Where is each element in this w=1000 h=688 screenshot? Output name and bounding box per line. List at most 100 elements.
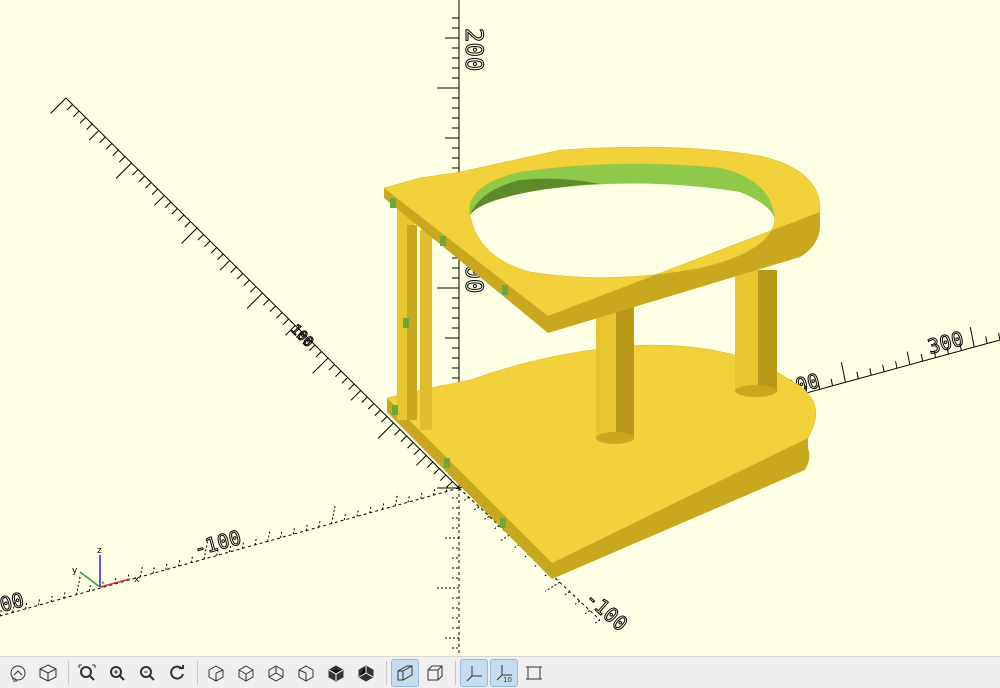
axis-tick <box>328 364 335 371</box>
3d-viewport[interactable]: 200 100 300 200 -100 -100 100 00 <box>0 0 1000 656</box>
axis-tick <box>348 383 355 390</box>
toolbar-separator <box>455 660 456 685</box>
axis-tick <box>407 496 410 503</box>
zoom-in-button[interactable] <box>103 659 131 687</box>
axes <box>0 0 1000 656</box>
y-label-100: 100 <box>287 322 316 351</box>
view-front-icon <box>328 664 344 682</box>
show-scale-markers-button[interactable]: 10 <box>490 658 518 687</box>
render-icon <box>39 663 57 682</box>
axis-tick <box>985 336 988 344</box>
view-left-button[interactable] <box>292 659 320 687</box>
cup-holder-model[interactable] <box>383 146 821 579</box>
axis-tick <box>394 493 399 506</box>
axis-tick <box>269 305 276 312</box>
view-all-button[interactable] <box>73 659 101 687</box>
scene-canvas[interactable]: 200 100 300 200 -100 -100 100 00 <box>0 0 1000 656</box>
view-top-button[interactable] <box>232 659 260 687</box>
view-bottom-icon <box>268 664 284 682</box>
axis-tick <box>139 564 144 577</box>
axis-tick <box>380 416 388 423</box>
axis-tick <box>243 279 250 286</box>
pillar-back-bottom <box>735 385 777 397</box>
axis-tick <box>267 529 271 542</box>
axis-tick <box>856 371 859 379</box>
perspective-button[interactable] <box>391 658 419 687</box>
axis-tick <box>407 442 414 449</box>
preview-button[interactable] <box>4 659 32 687</box>
view-back-button[interactable] <box>352 659 380 687</box>
axis-tick <box>969 326 975 348</box>
axis-tick <box>895 361 898 369</box>
axis-tick <box>165 563 168 570</box>
axis-tick <box>217 253 224 260</box>
axis-tick <box>413 448 421 455</box>
axis-tick <box>830 378 834 386</box>
axis-tick <box>210 247 218 254</box>
gizmo-x-label: x <box>134 575 140 585</box>
show-axes-button[interactable] <box>460 658 488 687</box>
pillar-back-shade <box>758 270 777 392</box>
axis-tick <box>88 130 100 141</box>
axis-tick <box>99 136 106 143</box>
view-top-icon <box>238 664 254 682</box>
axis-tick <box>335 370 342 377</box>
axis-tick <box>37 599 40 606</box>
reset-view-icon <box>170 664 184 680</box>
axis-tick <box>356 510 359 517</box>
axis-tick <box>63 592 66 599</box>
axis-tick <box>341 377 349 384</box>
show-scale-markers-icon: 10 <box>496 664 512 683</box>
show-edges-button[interactable] <box>520 659 548 687</box>
reset-view-button[interactable] <box>163 659 191 687</box>
pillar-front-shade <box>616 300 634 440</box>
axis-tick <box>138 175 145 182</box>
zoom-out-icon <box>140 665 155 681</box>
axis-tick <box>292 528 295 535</box>
axis-tick <box>118 156 126 163</box>
axis-tick <box>219 260 231 271</box>
axis-tick <box>574 600 581 605</box>
show-edges-icon <box>526 666 542 679</box>
axis-tick <box>920 354 924 362</box>
axis-tick <box>545 581 560 592</box>
zoom-out-button[interactable] <box>133 659 161 687</box>
axis-tick <box>433 468 440 475</box>
orthogonal-icon <box>427 665 443 680</box>
axis-tick <box>400 435 407 442</box>
pillar-front-bottom <box>596 432 634 444</box>
axis-tick <box>361 396 368 403</box>
axis-tick <box>367 403 375 410</box>
axis-tick <box>382 503 385 510</box>
axis-tick <box>184 221 191 228</box>
axis-tick <box>308 344 316 351</box>
view-bottom-button[interactable] <box>262 659 290 687</box>
axis-tick <box>882 364 885 372</box>
axis-tick <box>318 521 321 528</box>
gizmo-z-label: z <box>97 546 102 556</box>
axis-tick <box>50 97 67 114</box>
perspective-icon <box>397 665 413 680</box>
axis-tick <box>73 110 80 117</box>
axis-tick <box>66 104 73 111</box>
axis-tick <box>88 585 91 592</box>
x-label-far: 00 <box>0 587 27 616</box>
scale-marker-label: 10 <box>503 676 512 683</box>
axis-tick <box>350 390 362 401</box>
x-label-300: 300 <box>925 326 966 359</box>
view-back-icon <box>358 664 374 682</box>
view-right-icon <box>208 664 224 682</box>
axis-tick <box>315 351 322 358</box>
orthogonal-button[interactable] <box>421 659 449 687</box>
y-label-neg-100: -100 <box>581 586 633 636</box>
axis-tick <box>840 362 846 383</box>
toolbar-separator <box>386 660 387 685</box>
axis-tick <box>152 567 155 574</box>
view-right-button[interactable] <box>202 659 230 687</box>
view-left-icon <box>298 664 314 682</box>
axis-tick <box>869 368 872 376</box>
render-button[interactable] <box>34 659 62 687</box>
axis-orientation-gizmo: z x y <box>72 546 140 588</box>
axis-tick <box>564 591 571 596</box>
view-front-button[interactable] <box>322 659 350 687</box>
